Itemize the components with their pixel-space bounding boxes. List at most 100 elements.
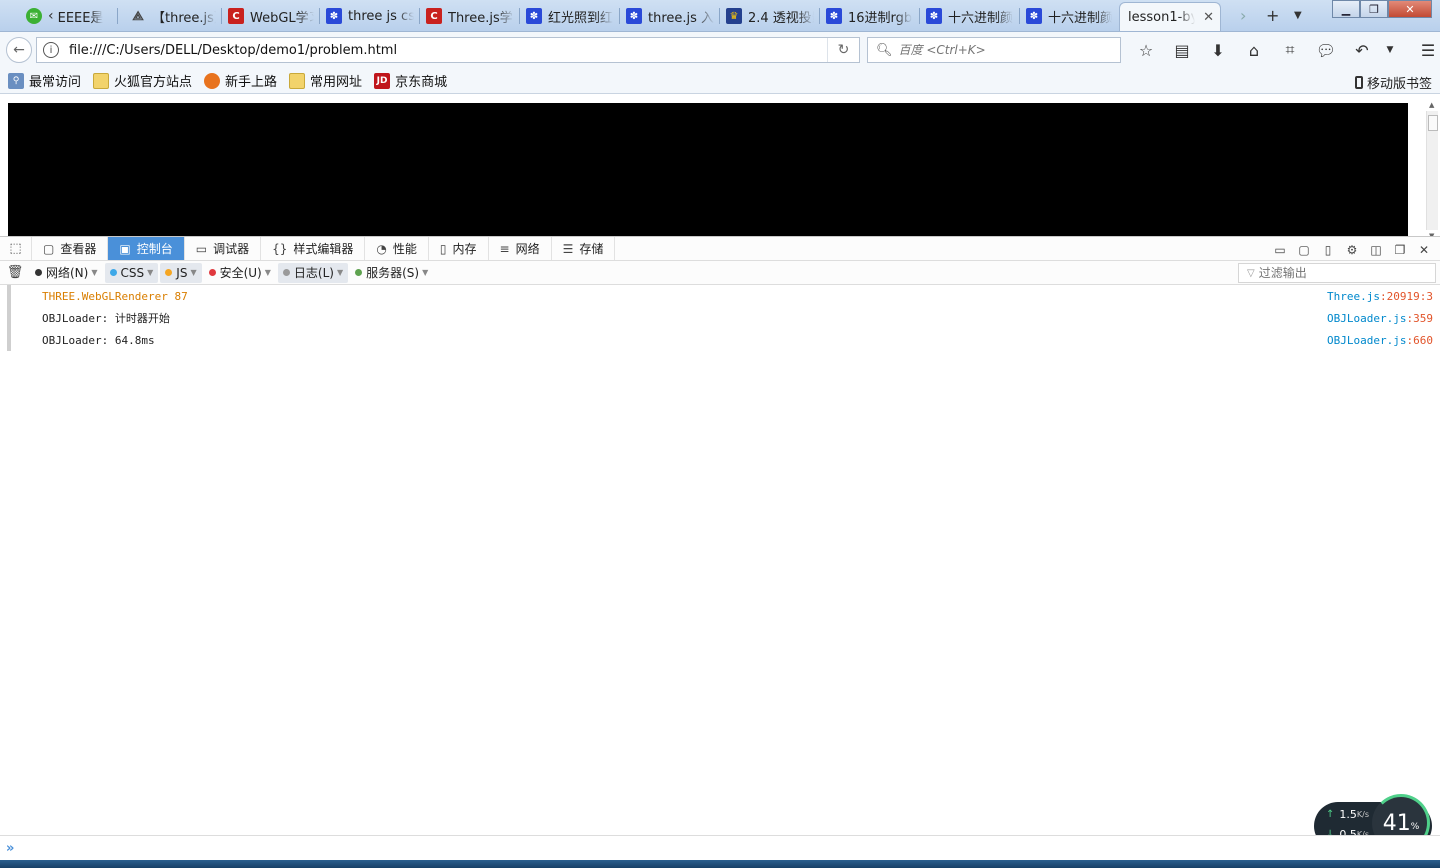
inspector-icon: ▢ bbox=[43, 241, 55, 256]
console-input[interactable] bbox=[18, 841, 1440, 855]
close-window-icon[interactable]: ✕ bbox=[1388, 0, 1432, 18]
source-line[interactable]: :359 bbox=[1407, 312, 1434, 325]
baidu-paw-icon: ✽ bbox=[1026, 8, 1042, 24]
tab-style-editor[interactable]: {} 样式编辑器 bbox=[261, 237, 366, 260]
tab-0[interactable]: ✉ ‹ EEEE是 bbox=[20, 2, 118, 30]
url-input[interactable] bbox=[69, 42, 827, 58]
tab-strip: ✉ ‹ EEEE是 ⟁ 【three.js】 C WebGL学习 ✽ three… bbox=[0, 0, 1440, 32]
source-line[interactable]: :20919:3 bbox=[1380, 290, 1433, 303]
message-text: OBJLoader: 计时器开始 bbox=[42, 312, 170, 325]
dock-side-icon[interactable]: ◫ bbox=[1364, 243, 1388, 257]
filter-network-button[interactable]: 网络(N) ▼ bbox=[30, 263, 103, 283]
trash-icon[interactable]: 🗑︎ bbox=[0, 265, 30, 280]
tab-active[interactable]: lesson1-by ✕ bbox=[1119, 2, 1221, 31]
tab-label: lesson1-by bbox=[1128, 10, 1196, 25]
filter-security-button[interactable]: 安全(U) ▼ bbox=[204, 263, 276, 283]
tab-3[interactable]: ✽ three js css bbox=[320, 2, 420, 30]
source-line[interactable]: :660 bbox=[1407, 334, 1434, 347]
home-icon[interactable]: ⌂ bbox=[1236, 38, 1272, 62]
tab-memory[interactable]: ▯ 内存 bbox=[429, 237, 489, 260]
tab-7[interactable]: ♛ 2.4 透视投影 bbox=[720, 2, 820, 30]
undock-window-icon[interactable]: ❐ bbox=[1388, 243, 1412, 257]
tab-scroll-right-icon[interactable]: › bbox=[1240, 6, 1246, 25]
bookmark-label: 最常访问 bbox=[29, 75, 82, 90]
back-arrow-icon[interactable]: ← bbox=[6, 37, 32, 63]
tab-label: EEEE是 bbox=[57, 10, 104, 26]
bookmark-item[interactable]: 火狐官方站点 bbox=[93, 71, 192, 90]
filter-logging-button[interactable]: 日志(L) ▼ bbox=[277, 262, 349, 283]
split-console-icon[interactable]: ▭ bbox=[1268, 243, 1292, 257]
search-input[interactable] bbox=[898, 43, 1120, 57]
tab-1[interactable]: ⟁ 【three.js】 bbox=[124, 2, 222, 30]
tab-scroll-left-icon[interactable]: ‹ bbox=[48, 8, 54, 24]
webgl-canvas[interactable] bbox=[8, 103, 1408, 236]
tab-2[interactable]: C WebGL学习 bbox=[222, 2, 320, 30]
message-source-link[interactable]: Three.js:20919:3 bbox=[1327, 290, 1433, 303]
tab-storage[interactable]: ☰ 存储 bbox=[552, 237, 616, 260]
mobile-bookmarks[interactable]: 移动版书签 bbox=[1354, 73, 1432, 92]
tab-label: 存储 bbox=[579, 242, 604, 256]
tab-debugger[interactable]: ▭ 调试器 bbox=[185, 237, 262, 260]
logging-dot-icon bbox=[282, 269, 290, 276]
filter-label: 安全(U) bbox=[219, 266, 262, 280]
source-file[interactable]: OBJLoader.js bbox=[1327, 312, 1406, 325]
filter-output-field: ▽ bbox=[1238, 263, 1436, 283]
gear-icon[interactable]: ⚙ bbox=[1340, 243, 1364, 257]
scratchpad-icon[interactable]: ▢ bbox=[1292, 243, 1316, 257]
tab-label: three js css bbox=[348, 8, 414, 24]
download-icon[interactable]: ⬇ bbox=[1200, 38, 1236, 62]
os-taskbar bbox=[0, 860, 1440, 868]
tab-inspector[interactable]: ▢ 查看器 bbox=[32, 237, 109, 260]
network-dot-icon bbox=[35, 269, 42, 276]
tab-label: Three.js学习 bbox=[448, 10, 514, 26]
filter-js-button[interactable]: JS ▼ bbox=[160, 262, 202, 283]
tab-10[interactable]: ✽ 十六进制颜 bbox=[1020, 2, 1118, 30]
undo-icon[interactable]: ↶ bbox=[1344, 38, 1380, 62]
message-source-link[interactable]: OBJLoader.js:660 bbox=[1327, 334, 1433, 347]
chevron-down-icon: ▼ bbox=[422, 268, 429, 277]
minimize-icon[interactable]: ▁ bbox=[1332, 0, 1360, 18]
tab-network[interactable]: ≡ 网络 bbox=[489, 237, 552, 260]
page-scrollbar[interactable]: ▲ ▼ bbox=[1426, 101, 1438, 240]
close-tab-icon[interactable]: ✕ bbox=[1203, 10, 1214, 25]
hamburger-menu-icon[interactable]: ☰ bbox=[1410, 38, 1440, 62]
close-icon[interactable]: ✕ bbox=[1412, 243, 1436, 257]
filter-server-button[interactable]: 服务器(S) ▼ bbox=[350, 263, 433, 283]
screenshot-crop-icon[interactable]: ⌗ bbox=[1272, 38, 1308, 62]
reading-list-icon[interactable]: ▤ bbox=[1164, 38, 1200, 62]
console-message: OBJLoader: 计时器开始 OBJLoader.js:359 bbox=[0, 307, 1440, 329]
info-icon[interactable]: i bbox=[43, 42, 59, 58]
scrollbar-thumb[interactable] bbox=[1428, 115, 1438, 131]
filter-css-button[interactable]: CSS ▼ bbox=[104, 262, 159, 283]
console-icon: ▣ bbox=[119, 241, 131, 256]
message-text: THREE.WebGLRenderer 87 bbox=[42, 289, 188, 303]
element-picker-icon[interactable]: ⬚ bbox=[0, 237, 32, 260]
chevron-down-icon[interactable]: ▼ bbox=[1380, 38, 1400, 62]
tab-8[interactable]: ✽ 16进制rgb bbox=[820, 2, 920, 30]
tab-list-chevron-down-icon[interactable]: ▼ bbox=[1294, 10, 1302, 21]
new-tab-icon[interactable]: + bbox=[1266, 6, 1279, 25]
scroll-up-icon[interactable]: ▲ bbox=[1429, 101, 1434, 109]
usage-percent: 41 bbox=[1382, 810, 1411, 836]
maximize-icon[interactable]: ❐ bbox=[1360, 0, 1388, 18]
bookmark-star-icon[interactable]: ☆ bbox=[1128, 38, 1164, 62]
message-source-link[interactable]: OBJLoader.js:359 bbox=[1327, 312, 1433, 325]
chat-bubble-icon[interactable]: 💬︎ bbox=[1308, 38, 1344, 62]
reload-icon[interactable]: ↻ bbox=[827, 38, 859, 62]
source-file[interactable]: OBJLoader.js bbox=[1327, 334, 1406, 347]
tab-5[interactable]: ✽ 红光照到红 bbox=[520, 2, 620, 30]
tab-performance[interactable]: ◔ 性能 bbox=[365, 237, 429, 260]
console-output: THREE.WebGLRenderer 87 Three.js:20919:3 … bbox=[0, 285, 1440, 835]
responsive-design-icon[interactable]: ▯ bbox=[1316, 243, 1340, 257]
tab-console[interactable]: ▣ 控制台 bbox=[108, 237, 185, 260]
bookmark-item[interactable]: ⚲ 最常访问 bbox=[8, 71, 81, 90]
bookmark-item[interactable]: 新手上路 bbox=[204, 71, 277, 90]
bookmark-item[interactable]: 常用网址 bbox=[289, 71, 362, 90]
tab-6[interactable]: ✽ three.js 入门 bbox=[620, 2, 720, 30]
tab-4[interactable]: C Three.js学习 bbox=[420, 2, 520, 30]
tab-9[interactable]: ✽ 十六进制颜 bbox=[920, 2, 1020, 30]
source-file[interactable]: Three.js bbox=[1327, 290, 1380, 303]
filter-output-input[interactable] bbox=[1258, 266, 1419, 280]
toolbar-icons: ☆ ▤ ⬇ ⌂ ⌗ 💬︎ ↶ ▼ ☰ bbox=[1128, 38, 1440, 62]
bookmark-item[interactable]: JD 京东商城 bbox=[374, 71, 447, 90]
